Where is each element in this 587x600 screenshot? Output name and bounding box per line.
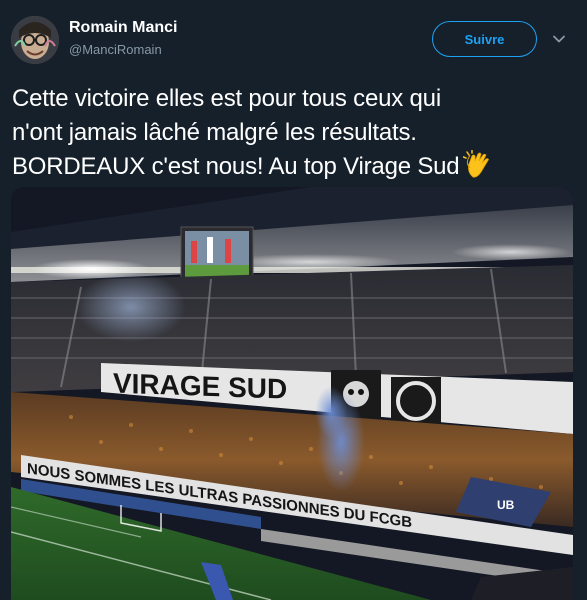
tweet-line-last: BORDEAUX c'est nous! Au top Virage Sud: [12, 149, 572, 184]
stadium-image: VIRAGE SUD NOUS SOMMES LES ULTRAS PASSIO…: [11, 187, 573, 600]
flag-text: UB: [497, 498, 515, 512]
tweet-line: Cette victoire elles est pour tous ceux …: [12, 85, 441, 112]
chevron-down-icon[interactable]: [552, 32, 566, 46]
clapping-hands-icon: [463, 149, 493, 180]
user-handle[interactable]: @ManciRomain: [69, 42, 162, 57]
tweet-photo[interactable]: VIRAGE SUD NOUS SOMMES LES ULTRAS PASSIO…: [11, 187, 573, 600]
follow-button[interactable]: Suivre: [432, 21, 537, 57]
tweet-text: Cette victoire elles est pour tous ceux …: [12, 82, 572, 184]
tweet-line-text: BORDEAUX c'est nous! Au top Virage Sud: [12, 153, 460, 180]
tweet-card: Romain Manci @ManciRomain Suivre Cette v…: [0, 0, 587, 600]
banner-top-text: VIRAGE SUD: [113, 368, 287, 405]
tweet-line: n'ont jamais lâché malgré les résultats.: [12, 119, 417, 146]
avatar-image: [11, 16, 59, 64]
avatar[interactable]: [11, 16, 59, 64]
display-name[interactable]: Romain Manci: [69, 19, 177, 37]
